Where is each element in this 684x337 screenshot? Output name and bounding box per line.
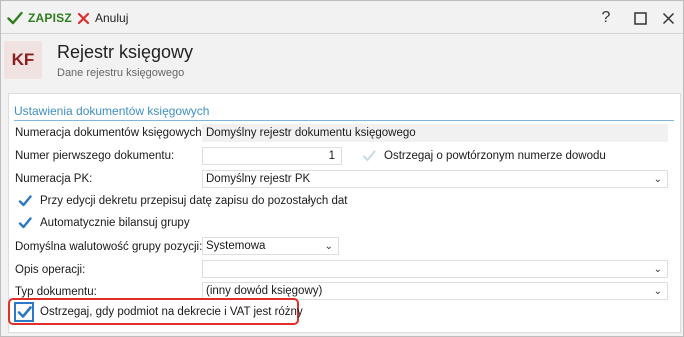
przy-edycji-label: Przy edycji dekretu przepisuj datę zapis…: [40, 195, 348, 207]
waluta-label: Domyślna walutowość grupy pozycji:: [15, 241, 203, 253]
check-icon: [18, 217, 32, 229]
numeracja-pk-select[interactable]: Domyślny rejestr PK ⌄: [202, 170, 668, 188]
opis-select[interactable]: ⌄: [202, 260, 668, 278]
ostrzegaj-vat-label: Ostrzegaj, gdy podmiot na dekrecie i VAT…: [40, 306, 303, 318]
chevron-down-icon: ⌄: [653, 286, 662, 297]
save-button-label: ZAPISZ: [28, 11, 72, 25]
numer-pierwszego-input[interactable]: 1: [202, 147, 342, 165]
close-button[interactable]: [657, 7, 679, 29]
automatycznie-checkbox[interactable]: [18, 216, 32, 230]
window: ZAPISZ Anuluj ? KF Rejestr księgowy Dane…: [0, 0, 684, 337]
section-divider: [14, 120, 674, 121]
save-button[interactable]: ZAPISZ: [7, 9, 72, 27]
numeracja-field: Domyślny rejestr dokumentu księgowego: [202, 124, 668, 142]
numer-pierwszego-label: Numer pierwszego dokumentu:: [15, 150, 175, 162]
toolbar: ZAPISZ Anuluj ?: [1, 1, 683, 34]
chevron-down-icon: ⌄: [653, 174, 662, 185]
check-icon: [18, 195, 32, 207]
section-title: Ustawienia dokumentów księgowych: [14, 104, 210, 118]
x-icon: [77, 12, 90, 24]
automatycznie-label: Automatycznie bilansuj grupy: [40, 217, 190, 229]
numeracja-label: Numeracja dokumentów księgowych:: [15, 127, 205, 139]
check-icon-unchecked: [363, 150, 376, 161]
cancel-button-label: Anuluj: [95, 11, 129, 25]
numeracja-pk-label: Numeracja PK:: [15, 173, 93, 185]
help-button[interactable]: ?: [595, 7, 617, 29]
close-icon: [662, 12, 674, 24]
page-subtitle: Dane rejestru księgowego: [57, 67, 185, 79]
maximize-button[interactable]: [629, 7, 651, 29]
waluta-value: Systemowa: [206, 240, 266, 252]
chevron-down-icon: ⌄: [324, 241, 333, 252]
cancel-button[interactable]: Anuluj: [77, 9, 128, 27]
typ-label: Typ dokumentu:: [15, 286, 97, 298]
ostrzegaj-vat-checkbox[interactable]: [14, 302, 34, 322]
ostrzegaj-label: Ostrzegaj o powtórzonym numerze dowodu: [384, 150, 606, 162]
chevron-down-icon: ⌄: [653, 264, 662, 275]
avatar: KF: [4, 41, 42, 79]
ostrzegaj-checkbox[interactable]: [362, 149, 376, 163]
maximize-icon: [633, 11, 647, 25]
check-icon: [7, 11, 23, 25]
page-title: Rejestr księgowy: [57, 42, 194, 62]
opis-label: Opis operacji:: [15, 264, 86, 276]
check-icon: [17, 306, 32, 318]
przy-edycji-checkbox[interactable]: [18, 194, 32, 208]
typ-value: (inny dowód księgowy): [206, 285, 323, 297]
numeracja-pk-value: Domyślny rejestr PK: [206, 173, 311, 185]
waluta-select[interactable]: Systemowa ⌄: [202, 237, 339, 255]
